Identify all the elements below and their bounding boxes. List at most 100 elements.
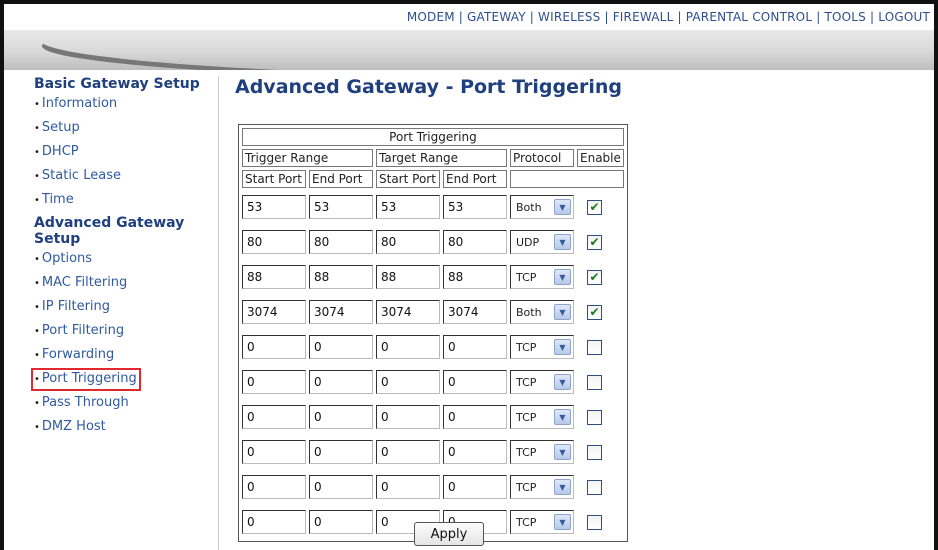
bullet-icon: •: [34, 278, 40, 289]
targ-end-port-input[interactable]: [443, 475, 507, 499]
protocol-select[interactable]: TCP ▼: [510, 405, 574, 429]
trig-start-port-input[interactable]: [242, 370, 306, 394]
trig-start-port-input[interactable]: [242, 195, 306, 219]
protocol-select[interactable]: Both ▼: [510, 195, 574, 219]
sidebar-item-forwarding[interactable]: • Forwarding: [34, 343, 218, 367]
sidebar-item-static-lease[interactable]: • Static Lease: [34, 164, 218, 188]
sidebar-item-port-filtering[interactable]: • Port Filtering: [34, 319, 218, 343]
targ-end-port-input[interactable]: [443, 195, 507, 219]
protocol-select[interactable]: Both ▼: [510, 300, 574, 324]
targ-start-port-input[interactable]: [376, 265, 440, 289]
enable-cell: [577, 401, 624, 433]
trig-end-port-input[interactable]: [309, 300, 373, 324]
enable-checkbox[interactable]: [587, 339, 602, 355]
sidebar-item-ip-filtering[interactable]: • IP Filtering: [34, 295, 218, 319]
trig-start-port-input[interactable]: [242, 475, 306, 499]
targ-end-port-input[interactable]: [443, 370, 507, 394]
protocol-select[interactable]: TCP ▼: [510, 510, 574, 534]
port-cell: [309, 296, 373, 328]
enable-checkbox[interactable]: [587, 374, 602, 390]
enable-cell: [577, 506, 624, 538]
targ-end-port-input[interactable]: [443, 230, 507, 254]
chevron-down-icon[interactable]: ▼: [554, 479, 571, 495]
trig-start-port-input[interactable]: [242, 230, 306, 254]
enable-checkbox[interactable]: ✔: [587, 234, 602, 250]
sidebar-item-dmz-host[interactable]: • DMZ Host: [34, 415, 218, 439]
trig-end-port-input[interactable]: [309, 440, 373, 464]
sidebar-item-mac-filtering[interactable]: • MAC Filtering: [34, 271, 218, 295]
targ-end-port-input[interactable]: [443, 440, 507, 464]
chevron-down-icon[interactable]: ▼: [554, 409, 571, 425]
port-cell: [309, 436, 373, 468]
enable-checkbox[interactable]: ✔: [587, 269, 602, 285]
chevron-down-icon[interactable]: ▼: [554, 444, 571, 460]
nav-link-wireless[interactable]: WIRELESS: [538, 10, 600, 24]
trig-end-port-input[interactable]: [309, 510, 373, 534]
chevron-down-icon[interactable]: ▼: [554, 339, 571, 355]
nav-link-tools[interactable]: TOOLS: [824, 10, 866, 24]
targ-end-port-input[interactable]: [443, 265, 507, 289]
trig-end-port-input[interactable]: [309, 230, 373, 254]
trig-end-port-input[interactable]: [309, 405, 373, 429]
targ-start-port-input[interactable]: [376, 335, 440, 359]
trig-start-port-input[interactable]: [242, 405, 306, 429]
trig-start-port-input[interactable]: [242, 300, 306, 324]
chevron-down-icon[interactable]: ▼: [554, 234, 571, 250]
protocol-select[interactable]: TCP ▼: [510, 475, 574, 499]
bullet-icon: •: [34, 147, 40, 158]
protocol-select[interactable]: TCP ▼: [510, 370, 574, 394]
targ-start-port-input[interactable]: [376, 300, 440, 324]
trig-end-port-input[interactable]: [309, 265, 373, 289]
protocol-value: Both: [516, 200, 542, 214]
trig-end-port-input[interactable]: [309, 195, 373, 219]
port-cell: [376, 331, 440, 363]
apply-button[interactable]: Apply: [414, 522, 484, 546]
sidebar-item-dhcp[interactable]: • DHCP: [34, 140, 218, 164]
targ-start-port-input[interactable]: [376, 475, 440, 499]
enable-checkbox[interactable]: [587, 514, 602, 530]
trig-start-port-input[interactable]: [242, 265, 306, 289]
targ-start-port-input[interactable]: [376, 440, 440, 464]
targ-end-port-input[interactable]: [443, 405, 507, 429]
enable-checkbox[interactable]: [587, 479, 602, 495]
sidebar-item-options[interactable]: • Options: [34, 247, 218, 271]
chevron-down-icon[interactable]: ▼: [554, 199, 571, 215]
protocol-select[interactable]: TCP ▼: [510, 335, 574, 359]
nav-link-firewall[interactable]: FIREWALL: [613, 10, 674, 24]
nav-link-gateway[interactable]: GATEWAY: [467, 10, 526, 24]
trig-start-port-input[interactable]: [242, 510, 306, 534]
enable-checkbox[interactable]: [587, 409, 602, 425]
sidebar-item-time[interactable]: • Time: [34, 188, 218, 212]
nav-link-parental-control[interactable]: PARENTAL CONTROL: [686, 10, 812, 24]
targ-start-port-input[interactable]: [376, 230, 440, 254]
chevron-down-icon[interactable]: ▼: [554, 514, 571, 530]
enable-checkbox[interactable]: [587, 444, 602, 460]
protocol-cell: TCP ▼: [510, 401, 574, 433]
targ-start-port-input[interactable]: [376, 370, 440, 394]
protocol-select[interactable]: TCP ▼: [510, 440, 574, 464]
trig-start-port-input[interactable]: [242, 440, 306, 464]
trig-end-port-input[interactable]: [309, 335, 373, 359]
targ-start-port-input[interactable]: [376, 405, 440, 429]
trig-end-port-input[interactable]: [309, 475, 373, 499]
sidebar-item-information[interactable]: • Information: [34, 92, 218, 116]
trig-end-port-input[interactable]: [309, 370, 373, 394]
protocol-select[interactable]: TCP ▼: [510, 265, 574, 289]
trig-start-port-input[interactable]: [242, 335, 306, 359]
table-row: TCP ▼: [242, 331, 624, 363]
sidebar-item-port-triggering[interactable]: • Port Triggering: [31, 367, 218, 391]
sidebar-item-setup[interactable]: • Setup: [34, 116, 218, 140]
protocol-select[interactable]: UDP ▼: [510, 230, 574, 254]
chevron-down-icon[interactable]: ▼: [554, 269, 571, 285]
enable-checkbox[interactable]: ✔: [587, 199, 602, 215]
nav-link-logout[interactable]: LOGOUT: [878, 10, 930, 24]
bullet-icon: •: [34, 374, 40, 385]
targ-end-port-input[interactable]: [443, 335, 507, 359]
sidebar-item-pass-through[interactable]: • Pass Through: [34, 391, 218, 415]
chevron-down-icon[interactable]: ▼: [554, 304, 571, 320]
enable-checkbox[interactable]: ✔: [587, 304, 602, 320]
nav-link-modem[interactable]: MODEM: [407, 10, 455, 24]
targ-start-port-input[interactable]: [376, 195, 440, 219]
chevron-down-icon[interactable]: ▼: [554, 374, 571, 390]
targ-end-port-input[interactable]: [443, 300, 507, 324]
